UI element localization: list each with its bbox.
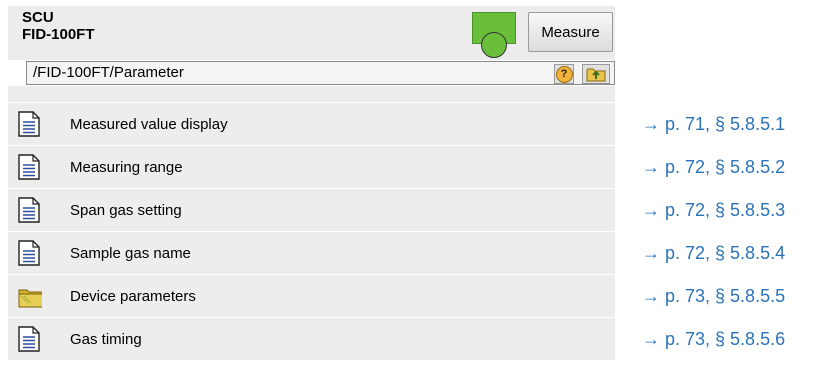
menu-item-label: Device parameters bbox=[70, 288, 196, 305]
menu-item[interactable]: Sample gas name bbox=[8, 232, 615, 275]
menu-item-label: Gas timing bbox=[70, 331, 142, 348]
path-bar: /FID-100FT/Parameter bbox=[26, 61, 615, 85]
menu-item[interactable]: Gas timing bbox=[8, 318, 615, 361]
help-icon: ? bbox=[555, 65, 573, 83]
section-reference: → p. 73, § 5.8.5.6 bbox=[642, 329, 786, 349]
section-reference: → p. 72, § 5.8.5.3 bbox=[642, 200, 786, 220]
menu-item-label: Span gas setting bbox=[70, 202, 182, 219]
document-icon bbox=[18, 154, 40, 180]
help-button[interactable]: ? bbox=[554, 64, 574, 84]
menu-item[interactable]: Measuring range bbox=[8, 146, 615, 189]
device-title-line2: FID-100FT bbox=[22, 26, 95, 43]
menu-item-label: Sample gas name bbox=[70, 245, 191, 262]
document-icon bbox=[18, 111, 40, 137]
section-reference: → p. 71, § 5.8.5.1 bbox=[642, 114, 786, 134]
folder-up-button[interactable] bbox=[582, 64, 610, 84]
section-reference: → p. 72, § 5.8.5.4 bbox=[642, 243, 786, 263]
section-reference: → p. 72, § 5.8.5.2 bbox=[642, 157, 786, 177]
document-icon bbox=[18, 197, 40, 223]
section-reference: → p. 73, § 5.8.5.5 bbox=[642, 286, 786, 306]
folder-up-icon bbox=[586, 68, 606, 82]
status-indicator bbox=[472, 12, 516, 58]
device-title: SCU FID-100FT bbox=[22, 9, 95, 43]
menu-item[interactable]: Device parameters bbox=[8, 275, 615, 318]
measure-button[interactable]: Measure bbox=[528, 12, 613, 52]
separator bbox=[8, 86, 615, 102]
device-title-line1: SCU bbox=[22, 9, 54, 26]
menu-item-label: Measured value display bbox=[70, 116, 228, 133]
document-icon bbox=[18, 240, 40, 266]
menu-item[interactable]: Span gas setting bbox=[8, 189, 615, 232]
header: SCU FID-100FT Measure bbox=[8, 6, 615, 60]
folder-icon bbox=[18, 289, 42, 308]
menu-item[interactable]: Measured value display bbox=[8, 103, 615, 146]
parameter-menu-panel: SCU FID-100FT Measure /FID-100FT/Paramet… bbox=[8, 6, 617, 367]
menu-item-label: Measuring range bbox=[70, 159, 183, 176]
document-icon bbox=[18, 326, 40, 352]
status-circle bbox=[481, 32, 507, 58]
